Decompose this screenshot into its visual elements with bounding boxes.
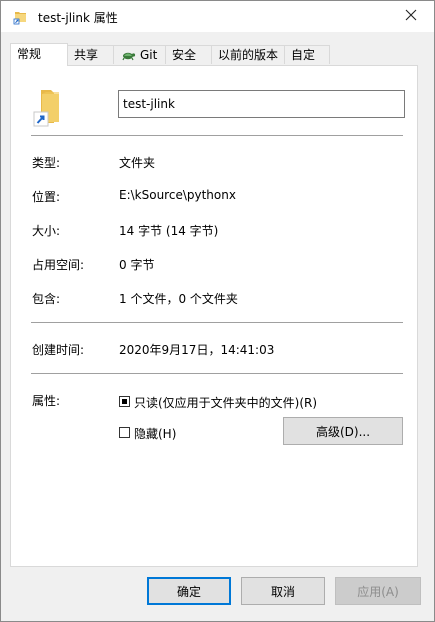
folder-shortcut-icon (13, 9, 29, 25)
cancel-button-label: 取消 (270, 584, 295, 599)
tab-customize[interactable]: 自定义 (284, 45, 330, 81)
properties-window: test-jlink 属性 常规 共享 Git 安全 以前的版本 自定 test… (0, 0, 435, 622)
ok-button[interactable]: 确定 (147, 577, 231, 605)
attributes-label: 属性: (32, 394, 61, 408)
folder-name-input[interactable] (118, 90, 405, 118)
divider (31, 373, 403, 374)
tab-label: Git (140, 48, 158, 62)
advanced-button[interactable]: 高级(D)... (283, 417, 403, 445)
contains-label: 包含: (32, 292, 61, 306)
tab-sharing[interactable]: 共享 (67, 45, 114, 64)
size-on-disk-value: 0 字节 (119, 258, 155, 272)
size-value: 14 字节 (14 字节) (119, 224, 219, 238)
type-value: 文件夹 (119, 156, 156, 170)
apply-button[interactable]: 应用(A) (335, 577, 421, 605)
cancel-button[interactable]: 取消 (241, 577, 325, 605)
divider (31, 322, 403, 323)
tab-previous-versions[interactable]: 以前的版本 (211, 45, 285, 64)
created-label: 创建时间: (32, 343, 85, 357)
tab-security[interactable]: 安全 (165, 45, 212, 64)
hidden-checkbox[interactable] (119, 427, 130, 438)
size-label: 大小: (32, 224, 61, 238)
tab-label: 共享 (74, 48, 99, 62)
hidden-checkbox-label[interactable]: 隐藏(H) (134, 425, 176, 442)
location-label: 位置: (32, 190, 61, 204)
close-icon (405, 9, 417, 24)
readonly-checkbox-label[interactable]: 只读(仅应用于文件夹中的文件)(R) (134, 394, 317, 411)
window-title: test-jlink 属性 (38, 11, 118, 25)
tab-bar: 常规 共享 Git 安全 以前的版本 自定义 (10, 43, 426, 81)
advanced-button-label: 高级(D)... (315, 424, 371, 439)
contains-value: 1 个文件，0 个文件夹 (119, 292, 238, 306)
title-bar[interactable]: test-jlink 属性 (1, 1, 434, 32)
apply-button-label: 应用(A) (357, 584, 399, 599)
divider (31, 135, 403, 136)
tab-general[interactable]: 常规 (10, 43, 68, 66)
type-label: 类型: (32, 156, 61, 170)
folder-shortcut-large-icon (33, 86, 67, 130)
tab-git[interactable]: Git (113, 45, 166, 64)
location-value: E:\kSource\pythonx (119, 188, 236, 202)
created-value: 2020年9月17日，14:41:03 (119, 343, 275, 357)
ok-button-label: 确定 (176, 584, 201, 599)
size-on-disk-label: 占用空间: (32, 258, 85, 272)
tab-label: 常规 (17, 47, 42, 61)
readonly-checkbox[interactable] (119, 396, 130, 407)
tab-label: 安全 (172, 48, 197, 62)
general-panel: 类型: 文件夹 位置: E:\kSource\pythonx 大小: 14 字节… (10, 65, 418, 567)
tab-label: 以前的版本 (218, 48, 279, 62)
close-button[interactable] (388, 1, 434, 32)
